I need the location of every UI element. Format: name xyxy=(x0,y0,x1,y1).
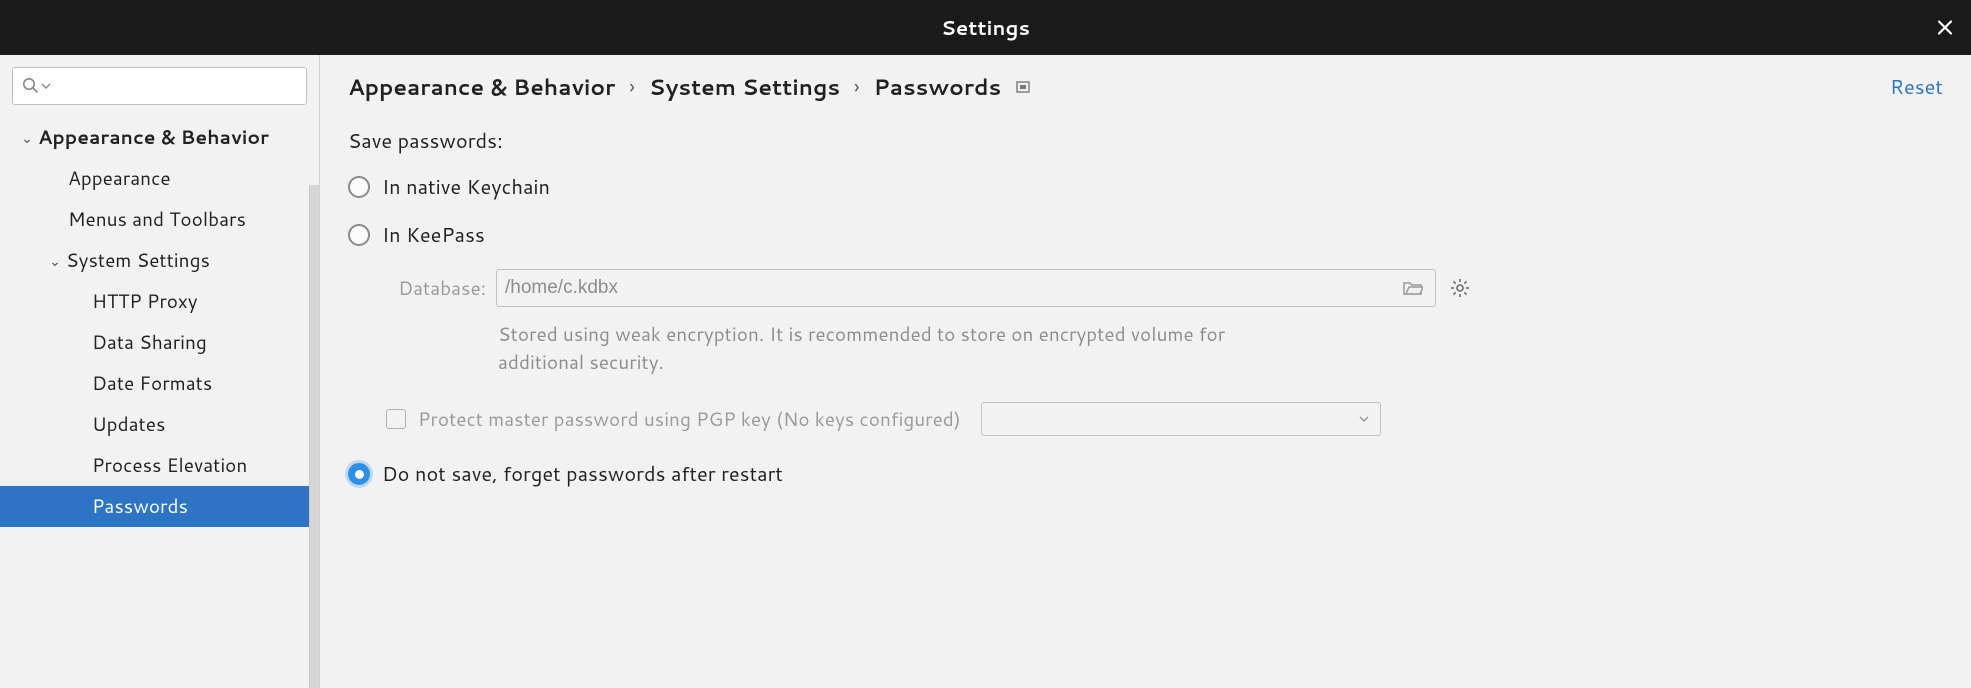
tree-item-label: Date Formats xyxy=(92,370,212,397)
tree-item-menus-and-toolbars[interactable]: Menus and Toolbars xyxy=(0,199,319,240)
database-path-field xyxy=(505,277,1399,299)
tree-item-label: Updates xyxy=(92,411,165,438)
radio-keepass[interactable]: In KeePass xyxy=(348,221,1943,249)
radio-do-not-save[interactable]: Do not save, forget passwords after rest… xyxy=(348,460,1943,488)
chevron-right-icon: › xyxy=(854,73,860,101)
tree-item-appearance-behavior[interactable]: ⌄Appearance & Behavior xyxy=(0,117,319,158)
titlebar: Settings xyxy=(0,0,1971,55)
radio-native-keychain[interactable]: In native Keychain xyxy=(348,173,1943,201)
database-label: Database: xyxy=(386,275,486,302)
chevron-down-icon[interactable]: ⌄ xyxy=(46,251,64,271)
gear-icon[interactable] xyxy=(1446,274,1474,302)
pgp-checkbox xyxy=(386,409,406,429)
chevron-down-icon xyxy=(41,81,51,91)
tree-item-appearance[interactable]: Appearance xyxy=(0,158,319,199)
database-path-input xyxy=(496,269,1436,307)
folder-open-icon[interactable] xyxy=(1399,275,1427,301)
tree-item-label: System Settings xyxy=(66,247,210,274)
tree-item-label: Process Elevation xyxy=(92,452,247,479)
tree-item-label: Passwords xyxy=(92,493,188,520)
radio-label: In native Keychain xyxy=(382,173,550,201)
pgp-key-select xyxy=(981,402,1381,436)
tree-item-updates[interactable]: Updates xyxy=(0,404,319,445)
chevron-right-icon: › xyxy=(629,73,635,101)
breadcrumb-part[interactable]: System Settings xyxy=(649,72,840,103)
tree-item-label: Appearance xyxy=(68,165,171,192)
breadcrumb-part: Passwords xyxy=(874,72,1002,103)
search-field[interactable] xyxy=(55,76,298,97)
radio-icon xyxy=(348,463,370,485)
project-scope-icon xyxy=(1015,79,1031,95)
chevron-down-icon xyxy=(1358,413,1370,425)
tree-item-system-settings[interactable]: ⌄System Settings xyxy=(0,240,319,281)
radio-label: Do not save, forget passwords after rest… xyxy=(382,460,783,488)
pgp-check-label: Protect master password using PGP key (N… xyxy=(418,406,961,433)
tree-item-date-formats[interactable]: Date Formats xyxy=(0,363,319,404)
radio-icon xyxy=(348,176,370,198)
encryption-hint: Stored using weak encryption. It is reco… xyxy=(498,321,1258,376)
tree-item-label: HTTP Proxy xyxy=(92,288,198,315)
radio-icon xyxy=(348,224,370,246)
section-label: Save passwords: xyxy=(348,127,1943,155)
content-panel: Appearance & Behavior › System Settings … xyxy=(320,55,1971,688)
chevron-down-icon[interactable]: ⌄ xyxy=(18,128,36,148)
breadcrumb: Appearance & Behavior › System Settings … xyxy=(348,72,1031,103)
scrollbar[interactable] xyxy=(309,185,319,688)
tree-item-process-elevation[interactable]: Process Elevation xyxy=(0,445,319,486)
tree-item-label: Data Sharing xyxy=(92,329,207,356)
tree-item-label: Menus and Toolbars xyxy=(68,206,246,233)
settings-tree: ⌄Appearance & BehaviorAppearanceMenus an… xyxy=(0,115,319,688)
close-icon[interactable] xyxy=(1937,12,1953,43)
tree-item-data-sharing[interactable]: Data Sharing xyxy=(0,322,319,363)
sidebar: ⌄Appearance & BehaviorAppearanceMenus an… xyxy=(0,55,320,688)
tree-item-http-proxy[interactable]: HTTP Proxy xyxy=(0,281,319,322)
reset-button[interactable]: Reset xyxy=(1890,73,1943,101)
radio-label: In KeePass xyxy=(382,221,485,249)
tree-item-passwords[interactable]: Passwords xyxy=(0,486,319,527)
tree-item-label: Appearance & Behavior xyxy=(38,124,269,151)
window-title: Settings xyxy=(941,14,1030,42)
breadcrumb-part[interactable]: Appearance & Behavior xyxy=(348,72,615,103)
search-input[interactable] xyxy=(12,67,307,105)
